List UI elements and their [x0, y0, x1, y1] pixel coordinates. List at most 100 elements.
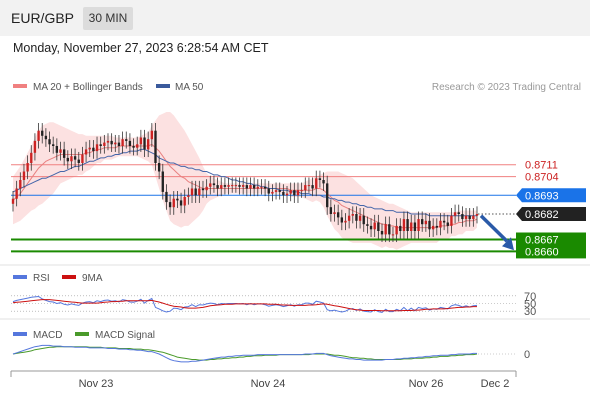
candle-body	[161, 171, 164, 192]
candle-body	[274, 190, 278, 192]
candle-body	[377, 222, 380, 231]
candle-body	[384, 224, 387, 235]
candle-body	[139, 137, 143, 145]
rsi-ma-legend-swatch	[62, 275, 76, 279]
candle-body	[336, 212, 340, 218]
candle-body	[249, 185, 252, 189]
macd-tick-label: 0	[524, 349, 530, 361]
candle-body	[201, 188, 205, 191]
candle-body	[304, 185, 307, 191]
macd-pane: 0	[12, 344, 530, 363]
candle-body	[424, 220, 428, 225]
candle-body	[110, 140, 113, 145]
ma20-legend-label: MA 20 + Bollinger Bands	[33, 82, 143, 93]
candle-body	[81, 154, 84, 163]
candle-body	[70, 156, 73, 162]
x-tick-label: Nov 23	[79, 378, 114, 390]
macd-line	[12, 344, 477, 363]
candle-body	[92, 147, 95, 152]
candle-body	[464, 215, 468, 220]
candle-body	[103, 142, 106, 146]
candle-body	[475, 214, 479, 216]
last-price-label: 0.8682	[525, 209, 559, 221]
x-tick-label: Dec 2	[481, 378, 510, 390]
candle-body	[22, 171, 26, 180]
candle-body	[231, 185, 234, 187]
candle-body	[289, 190, 292, 194]
candle-body	[37, 130, 40, 141]
candle-body	[114, 142, 117, 145]
candle-body	[55, 146, 59, 153]
current-price-label: 0.8693	[525, 190, 559, 202]
macd-signal-legend-label: MACD Signal	[95, 330, 155, 341]
candle-body	[143, 137, 146, 150]
macd-legend-swatch	[13, 332, 27, 336]
candle-body	[351, 214, 354, 216]
candle-body	[366, 224, 369, 226]
candle-body	[373, 222, 376, 230]
candle-body	[442, 220, 446, 223]
candle-body	[267, 188, 270, 194]
candle-body	[380, 231, 384, 235]
candle-body	[172, 198, 175, 208]
rsi-tick-label: 30	[524, 306, 536, 318]
candle-body	[421, 219, 424, 225]
candle-body	[234, 185, 238, 187]
candle-body	[296, 190, 300, 196]
candle-body	[176, 198, 179, 201]
candle-body	[293, 190, 296, 196]
candle-body	[260, 186, 263, 188]
macd-signal-legend-swatch	[75, 332, 89, 336]
candle-body	[358, 215, 362, 221]
support-label: 0.8660	[525, 246, 559, 258]
candle-body	[468, 215, 471, 220]
candle-body	[190, 188, 194, 196]
candle-body	[205, 186, 208, 191]
candle-body	[333, 212, 336, 214]
candle-body	[30, 152, 33, 163]
candle-body	[73, 156, 77, 160]
candle-body	[84, 149, 88, 155]
candle-body	[252, 185, 256, 189]
candle-body	[369, 225, 373, 230]
price-pane	[11, 112, 516, 253]
candle-body	[198, 188, 201, 196]
candle-body	[183, 197, 186, 206]
candle-body	[300, 190, 303, 192]
candle-body	[19, 180, 22, 189]
candle-body	[344, 220, 347, 223]
candle-body	[439, 220, 442, 228]
candle-body	[256, 186, 259, 189]
candle-body	[59, 149, 62, 153]
candle-body	[11, 198, 15, 204]
candle-body	[278, 190, 281, 192]
candle-body	[428, 220, 431, 230]
candle-body	[399, 225, 402, 231]
candle-body	[450, 215, 453, 226]
x-tick-label: Nov 26	[409, 378, 444, 390]
candle-body	[220, 185, 223, 189]
candle-body	[413, 222, 417, 231]
forecast-arrow-shaft	[479, 214, 509, 243]
candle-body	[179, 200, 183, 206]
chart-canvas: MA 20 + Bollinger Bands MA 50 Research ©…	[0, 82, 590, 390]
candle-body	[88, 147, 91, 150]
candle-body	[128, 140, 132, 146]
candle-body	[446, 222, 449, 226]
candle-body	[62, 149, 66, 158]
candle-body	[362, 215, 365, 225]
candle-body	[125, 139, 128, 141]
candle-body	[410, 222, 413, 231]
resistance-label: 0.8711	[525, 160, 558, 172]
candle-body	[99, 144, 102, 146]
candle-body	[106, 140, 110, 143]
candle-body	[216, 185, 219, 189]
candle-body	[340, 217, 343, 223]
candle-body	[165, 191, 168, 203]
candle-body	[472, 215, 475, 220]
candle-body	[406, 219, 409, 231]
candle-body	[227, 185, 230, 187]
candle-body	[326, 183, 329, 208]
candle-body	[307, 185, 311, 187]
candle-body	[315, 178, 318, 189]
